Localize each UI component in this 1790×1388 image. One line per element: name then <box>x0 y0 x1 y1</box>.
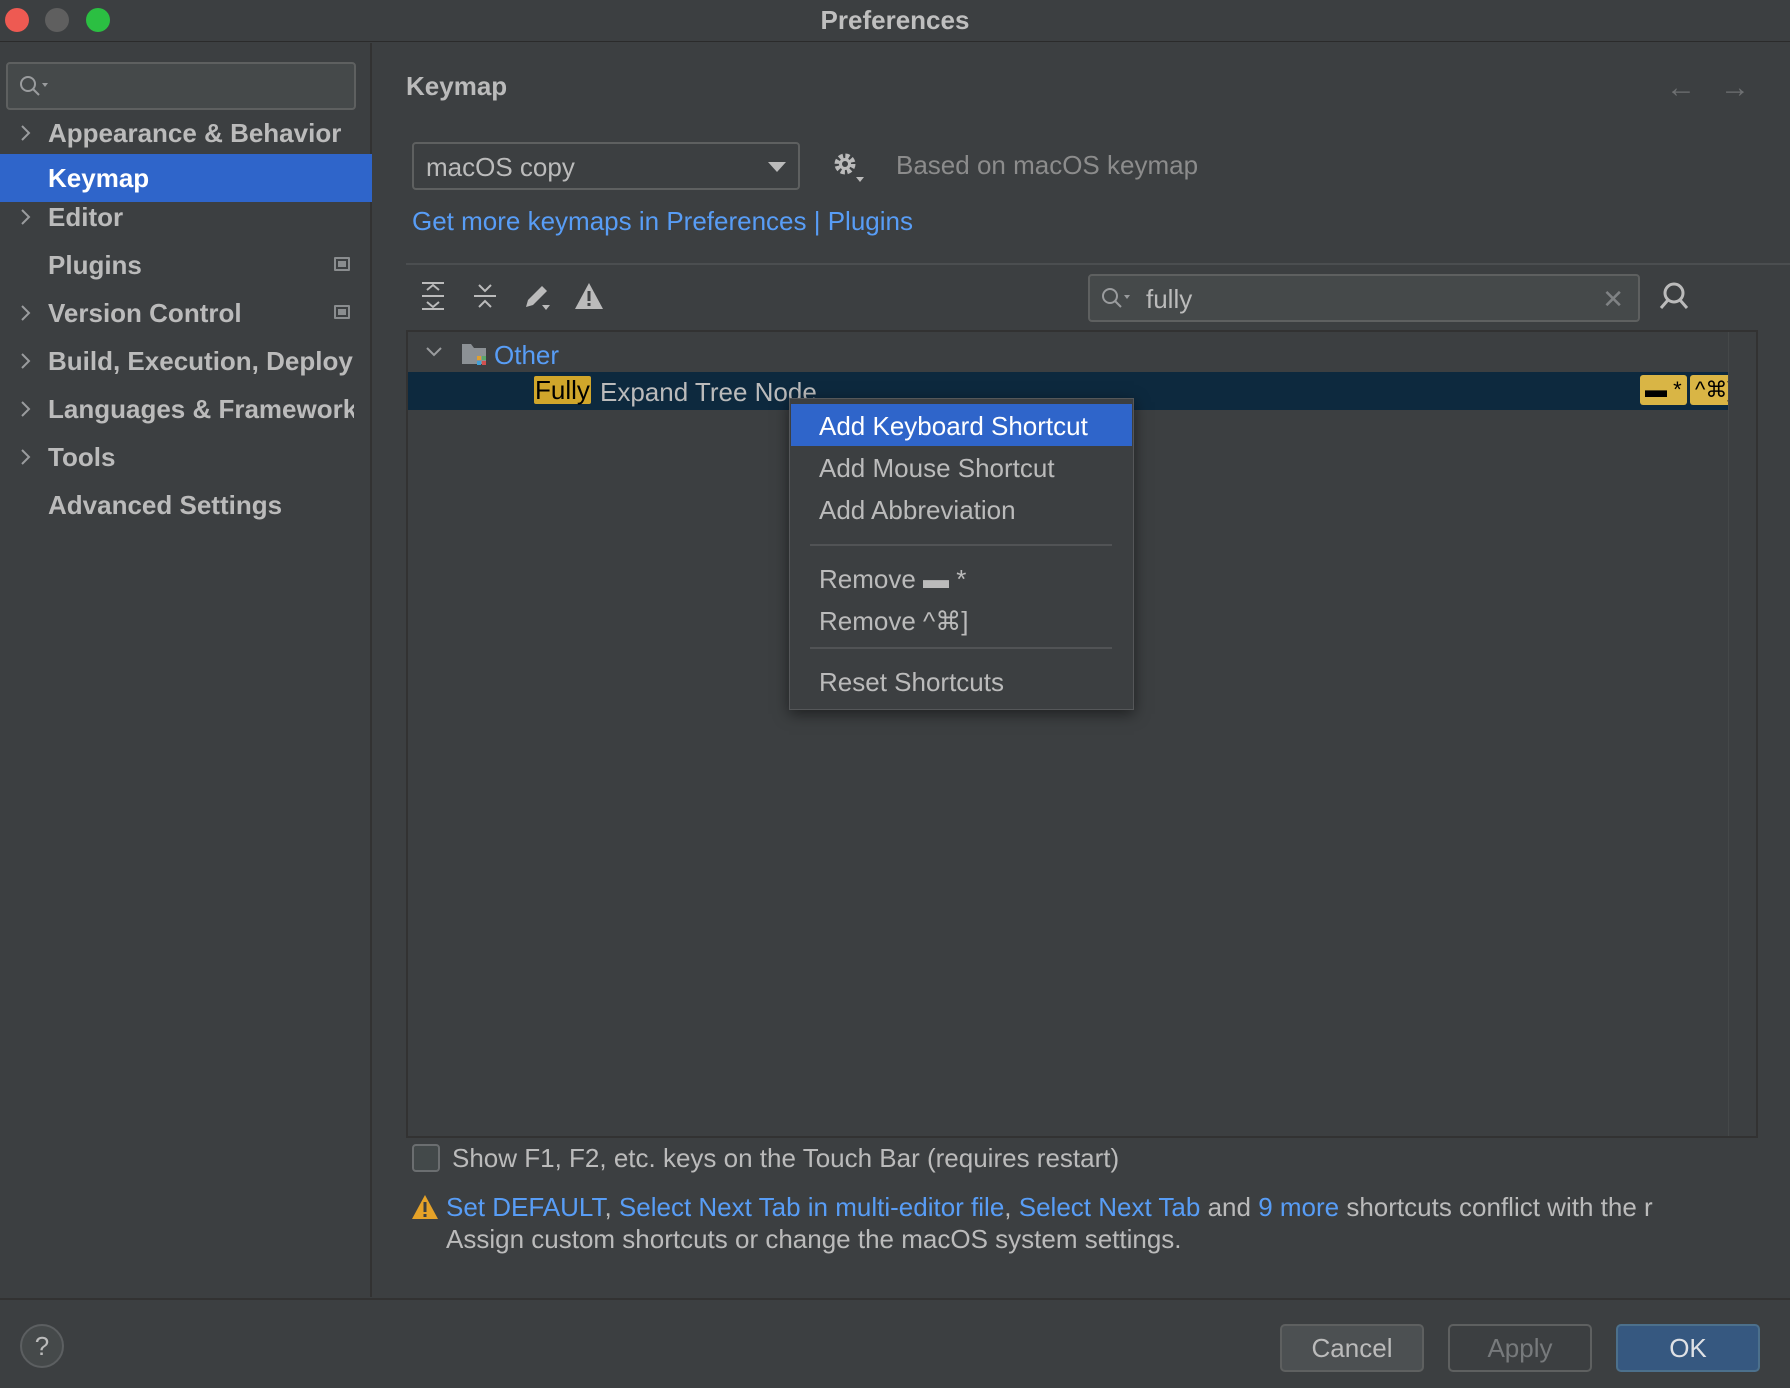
sidebar-item-version-control[interactable]: Version Control <box>0 289 372 337</box>
search-value: fully <box>1146 284 1193 314</box>
tree-group-row[interactable]: Other <box>408 336 1728 372</box>
apply-button[interactable]: Apply <box>1448 1324 1592 1372</box>
chevron-right-icon <box>21 209 31 225</box>
clear-search-icon[interactable]: ✕ <box>1602 284 1624 315</box>
chevron-right-icon <box>21 353 31 369</box>
sidebar-item-label: Plugins <box>48 250 142 280</box>
menu-item-remove-mouse-shortcut[interactable]: Remove ▬ * <box>791 557 1132 599</box>
menu-separator <box>810 544 1112 546</box>
conflict-message: Set DEFAULT, Select Next Tab in multi-ed… <box>446 1191 1790 1255</box>
touchbar-checkbox[interactable] <box>412 1144 440 1172</box>
menu-separator <box>810 647 1112 649</box>
keymap-search-input[interactable]: fully ✕ <box>1088 274 1640 322</box>
sidebar-item-label: Appearance & Behavior <box>48 118 342 148</box>
sidebar-item-tools[interactable]: Tools <box>0 433 372 481</box>
get-more-keymaps-link[interactable]: Get more keymaps in Preferences | Plugin… <box>412 206 913 237</box>
sidebar-item-label: Tools <box>48 442 116 472</box>
sidebar-item-appearance[interactable]: Appearance & Behavior <box>0 109 372 157</box>
dialog-footer: ? Cancel Apply OK <box>0 1298 1790 1388</box>
cancel-button[interactable]: Cancel <box>1280 1324 1424 1372</box>
keymap-select-value: macOS copy <box>426 152 575 182</box>
menu-item-label: Add Mouse Shortcut <box>819 453 1055 483</box>
action-label: Expand Tree Node <box>600 377 817 407</box>
chevron-down-icon[interactable] <box>424 342 444 362</box>
search-icon <box>20 76 48 96</box>
menu-item-label: Add Keyboard Shortcut <box>819 411 1088 441</box>
touchbar-checkbox-label[interactable]: Show F1, F2, etc. keys on the Touch Bar … <box>452 1143 1119 1174</box>
menu-item-add-mouse-shortcut[interactable]: Add Mouse Shortcut <box>791 446 1132 488</box>
keymap-panel: Keymap ← → macOS copy Based on macOS key… <box>374 43 1790 1297</box>
window-title: Preferences <box>820 5 970 35</box>
find-by-shortcut-icon[interactable] <box>1656 277 1696 317</box>
help-button[interactable]: ? <box>20 1324 64 1368</box>
conflict-tail-text: shortcuts conflict with the r <box>1339 1192 1653 1222</box>
gear-icon[interactable] <box>830 149 866 185</box>
chevron-right-icon <box>21 305 31 321</box>
chevron-right-icon <box>21 401 31 417</box>
menu-item-add-abbreviation[interactable]: Add Abbreviation <box>791 488 1132 530</box>
sidebar-item-editor[interactable]: Editor <box>0 193 372 241</box>
expand-all-icon[interactable] <box>416 279 450 313</box>
search-icon <box>1102 288 1130 308</box>
tree-group-label: Other <box>494 340 560 370</box>
menu-item-label: Reset Shortcuts <box>819 667 1004 697</box>
search-match-highlight: Fully <box>534 375 591 405</box>
conflict-hint: Assign custom shortcuts or change the ma… <box>446 1224 1182 1254</box>
sidebar-item-label: Editor <box>48 202 124 232</box>
divider <box>406 263 1790 265</box>
forward-arrow-icon[interactable]: → <box>1720 71 1750 105</box>
sidebar-item-label: Version Control <box>48 298 242 328</box>
ok-button[interactable]: OK <box>1616 1324 1760 1372</box>
collapse-all-icon[interactable] <box>468 279 502 313</box>
conflict-link-select-next-tab-multi[interactable]: Select Next Tab in multi-editor file <box>619 1192 1004 1222</box>
sidebar-item-label: Keymap <box>48 163 150 193</box>
sidebar-item-label: Build, Execution, Deployment <box>48 346 354 376</box>
keymap-select[interactable]: macOS copy <box>412 142 800 190</box>
based-on-label: Based on macOS keymap <box>896 150 1199 180</box>
chevron-right-icon <box>21 125 31 141</box>
menu-item-reset-shortcuts[interactable]: Reset Shortcuts <box>791 660 1132 702</box>
menu-item-label: Add Abbreviation <box>819 495 1016 525</box>
project-settings-icon <box>334 257 350 271</box>
sidebar: Appearance & Behavior Keymap Editor Plug… <box>0 43 372 1297</box>
chevron-right-icon <box>21 449 31 465</box>
warning-filter-icon[interactable] <box>572 279 606 313</box>
project-settings-icon <box>334 305 350 319</box>
conflict-link-select-next-tab[interactable]: Select Next Tab <box>1019 1192 1201 1222</box>
conflict-link-more[interactable]: 9 more <box>1258 1192 1339 1222</box>
sidebar-item-advanced-settings[interactable]: Advanced Settings <box>0 481 372 529</box>
title-bar: Preferences <box>0 0 1790 42</box>
warning-icon <box>412 1195 438 1219</box>
sidebar-item-plugins[interactable]: Plugins <box>0 241 372 289</box>
menu-item-label: Remove ▬ * <box>819 564 967 594</box>
mouse-shortcut-badge: ▬ * <box>1640 375 1687 405</box>
back-arrow-icon[interactable]: ← <box>1666 71 1696 105</box>
separator-text: , <box>1004 1192 1019 1222</box>
and-text: and <box>1200 1192 1259 1222</box>
sidebar-item-build[interactable]: Build, Execution, Deployment <box>0 337 372 385</box>
sidebar-item-languages[interactable]: Languages & Frameworks <box>0 385 372 433</box>
context-menu: Add Keyboard Shortcut Add Mouse Shortcut… <box>789 398 1134 710</box>
conflict-link-set-default[interactable]: Set DEFAULT <box>446 1192 604 1222</box>
edit-shortcut-icon[interactable] <box>520 279 554 313</box>
folder-icon <box>462 344 486 365</box>
menu-item-add-keyboard-shortcut[interactable]: Add Keyboard Shortcut <box>791 404 1132 446</box>
sidebar-item-label: Advanced Settings <box>48 490 283 520</box>
separator-text: , <box>604 1192 619 1222</box>
sidebar-item-label: Languages & Frameworks <box>48 394 354 424</box>
page-title: Keymap <box>406 71 508 101</box>
tree-scrollbar[interactable] <box>1728 332 1756 1136</box>
menu-item-remove-keyboard-shortcut[interactable]: Remove ^⌘] <box>791 599 1132 641</box>
menu-item-label: Remove ^⌘] <box>819 606 969 636</box>
settings-search-input[interactable] <box>6 62 356 110</box>
dropdown-arrow-icon <box>768 162 786 172</box>
